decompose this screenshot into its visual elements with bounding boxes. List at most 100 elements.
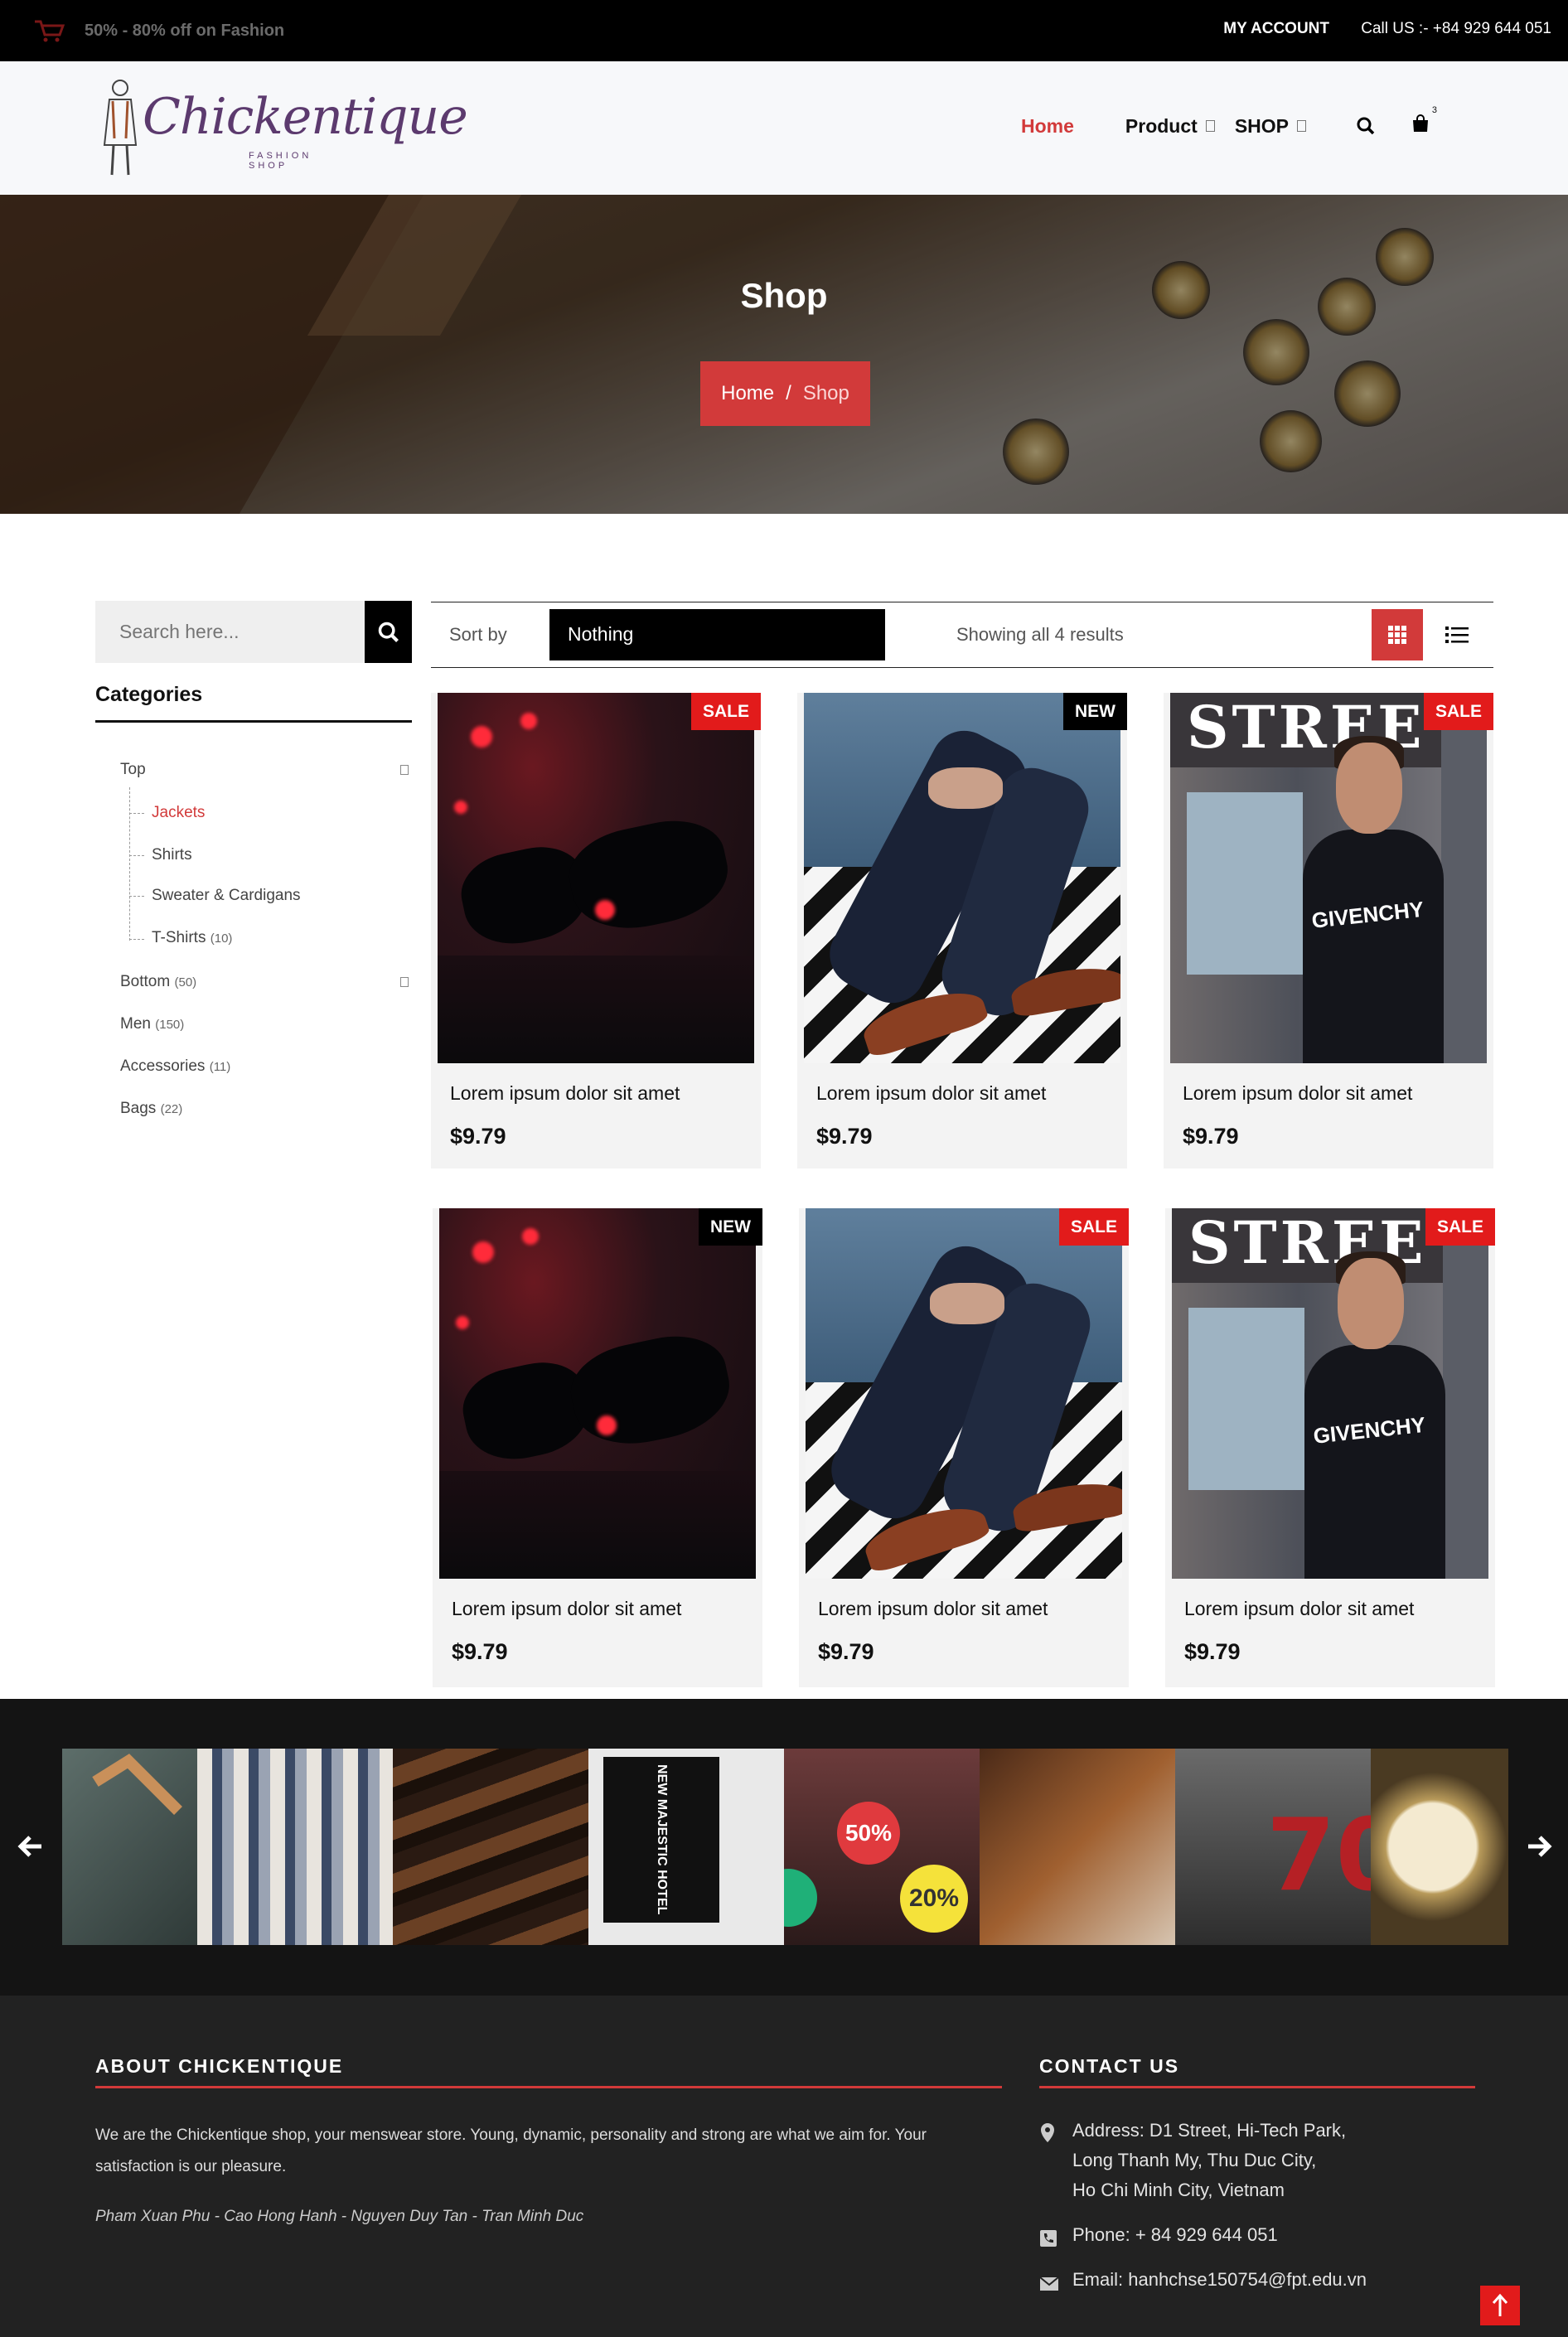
sort-select[interactable]: Nothing: [549, 609, 885, 660]
product-image[interactable]: [804, 693, 1120, 1063]
product-image[interactable]: [806, 1208, 1122, 1579]
gallery-image[interactable]: 70: [1175, 1749, 1371, 1945]
sale-badge: SALE: [1425, 1208, 1495, 1246]
category-men[interactable]: Men (150): [120, 1015, 184, 1033]
category-label: Bottom: [120, 973, 171, 990]
product-name[interactable]: Lorem ipsum dolor sit amet: [450, 1082, 680, 1105]
map-pin-icon: [1041, 2123, 1054, 2142]
breadcrumb-home[interactable]: Home: [721, 382, 774, 405]
gallery-image[interactable]: NEW MAJESTIC HOTEL: [588, 1749, 784, 1945]
tote-bag-text: NEW MAJESTIC HOTEL: [603, 1757, 719, 1923]
gallery-image[interactable]: [1371, 1749, 1508, 1945]
product-image[interactable]: [438, 693, 754, 1063]
category-label: Sweater & Cardigans: [152, 887, 301, 904]
search-icon: [378, 622, 399, 642]
nav-product[interactable]: Product: [1125, 115, 1215, 138]
product-name[interactable]: Lorem ipsum dolor sit amet: [816, 1082, 1046, 1105]
grid-view-button[interactable]: [1372, 609, 1423, 660]
product-name[interactable]: Lorem ipsum dolor sit amet: [1184, 1598, 1414, 1620]
phone-contact: Call US :- +84 929 644 051: [1361, 20, 1551, 37]
gallery-image[interactable]: [197, 1749, 393, 1945]
category-label: Bags: [120, 1100, 157, 1117]
new-badge: NEW: [699, 1208, 762, 1246]
product-name[interactable]: Lorem ipsum dolor sit amet: [452, 1598, 681, 1620]
breadcrumb-current: Shop: [802, 382, 849, 404]
contact-email: Email: hanhchse150754@fpt.edu.vn: [1039, 2265, 1367, 2301]
gallery-image[interactable]: [393, 1749, 588, 1945]
category-shirts[interactable]: Shirts: [152, 846, 192, 864]
brand-tagline: FASHION SHOP: [249, 151, 312, 171]
sale-70-text: 70: [1266, 1798, 1371, 1914]
category-label: Men: [120, 1015, 151, 1033]
divider: [1039, 2086, 1475, 2088]
new-badge: NEW: [1063, 693, 1127, 730]
gallery-tiles: NEW MAJESTIC HOTEL 50% 20% 70: [62, 1749, 1508, 1945]
arrow-up-icon: [1492, 2293, 1508, 2316]
shopping-bag-icon: [1413, 114, 1428, 132]
about-heading: ABOUT CHICKENTIQUE: [95, 2055, 344, 2077]
product-price: $9.79: [818, 1639, 874, 1664]
promo-text: 50% - 80% off on Fashion: [85, 21, 285, 40]
sunglasses-photo: [439, 1208, 756, 1579]
tree-line: [129, 939, 144, 940]
category-count: (50): [174, 975, 197, 989]
search-input[interactable]: [95, 601, 365, 663]
gallery-image[interactable]: [62, 1749, 197, 1945]
product-price: $9.79: [450, 1124, 506, 1149]
collapse-toggle-icon[interactable]: [400, 765, 409, 775]
search-button[interactable]: [365, 601, 412, 663]
search-icon[interactable]: [1356, 116, 1376, 136]
cart-button[interactable]: 3: [1411, 105, 1437, 138]
category-bottom[interactable]: Bottom (50): [120, 973, 196, 991]
back-to-top-button[interactable]: [1480, 2286, 1520, 2325]
chevron-down-icon: [1297, 120, 1306, 132]
category-accessories[interactable]: Accessories (11): [120, 1057, 230, 1076]
contact-address: Address: D1 Street, Hi-Tech Park, Long T…: [1039, 2116, 1346, 2205]
product-card[interactable]: SALE Lorem ipsum dolor sit amet $9.79: [431, 693, 761, 1168]
category-jackets[interactable]: Jackets: [152, 804, 205, 822]
arrow-right-icon[interactable]: [1525, 1832, 1553, 1860]
product-name[interactable]: Lorem ipsum dolor sit amet: [818, 1598, 1048, 1620]
tree-line: [129, 855, 144, 856]
gallery-carousel: NEW MAJESTIC HOTEL 50% 20% 70: [0, 1699, 1568, 1996]
contact-phone: Phone: + 84 929 644 051: [1039, 2220, 1278, 2257]
category-bags[interactable]: Bags (22): [120, 1100, 182, 1118]
my-account-link[interactable]: MY ACCOUNT: [1223, 20, 1329, 38]
about-text: We are the Chickentique shop, your mensw…: [95, 2127, 927, 2175]
list-icon: [1445, 627, 1469, 643]
address-line: Address: D1 Street, Hi-Tech Park,: [1072, 2120, 1347, 2141]
product-card[interactable]: STREE GIVENCHY SALE Lorem ipsum dolor si…: [1165, 1208, 1495, 1687]
product-image[interactable]: [439, 1208, 756, 1579]
sale-badge: SALE: [690, 693, 761, 730]
category-top[interactable]: Top: [120, 761, 146, 779]
category-label: Jackets: [152, 804, 206, 821]
email-link[interactable]: Email: hanhchse150754@fpt.edu.vn: [1072, 2265, 1367, 2301]
page-title: Shop: [740, 276, 828, 315]
legs-shoes-photo: [804, 693, 1120, 1063]
product-card[interactable]: SALE Lorem ipsum dolor sit amet $9.79: [799, 1208, 1129, 1687]
product-card[interactable]: NEW Lorem ipsum dolor sit amet $9.79: [797, 693, 1127, 1168]
collapse-toggle-icon[interactable]: [400, 977, 409, 987]
list-view-button[interactable]: [1431, 609, 1483, 660]
arrow-left-icon[interactable]: [17, 1832, 45, 1860]
category-sweater[interactable]: Sweater & Cardigans: [152, 887, 301, 905]
man-street-photo: STREE GIVENCHY: [1170, 693, 1487, 1063]
product-price: $9.79: [1183, 1124, 1239, 1149]
product-card[interactable]: NEW Lorem ipsum dolor sit amet $9.79: [433, 1208, 762, 1687]
product-card[interactable]: STREE GIVENCHY SALE Lorem ipsum dolor si…: [1164, 693, 1493, 1168]
nav-home[interactable]: Home: [1021, 115, 1074, 138]
nav-shop[interactable]: SHOP: [1235, 115, 1306, 138]
brand-logo[interactable]: Chickentique FASHION SHOP: [99, 76, 468, 180]
gallery-image[interactable]: [980, 1749, 1175, 1945]
category-tshirts[interactable]: T-Shirts (10): [152, 929, 232, 947]
product-name[interactable]: Lorem ipsum dolor sit amet: [1183, 1082, 1412, 1105]
product-image[interactable]: STREE GIVENCHY: [1170, 693, 1487, 1063]
brand-name: Chickentique: [143, 88, 468, 146]
shop-toolbar: Sort by Nothing Showing all 4 results: [431, 602, 1493, 668]
product-image[interactable]: STREE GIVENCHY: [1172, 1208, 1488, 1579]
legs-shoes-photo: [806, 1208, 1122, 1579]
gallery-image[interactable]: 50% 20%: [784, 1749, 980, 1945]
sidebar-search: [95, 601, 412, 663]
chevron-down-icon: [1205, 120, 1215, 132]
sale-badge: SALE: [1423, 693, 1493, 730]
